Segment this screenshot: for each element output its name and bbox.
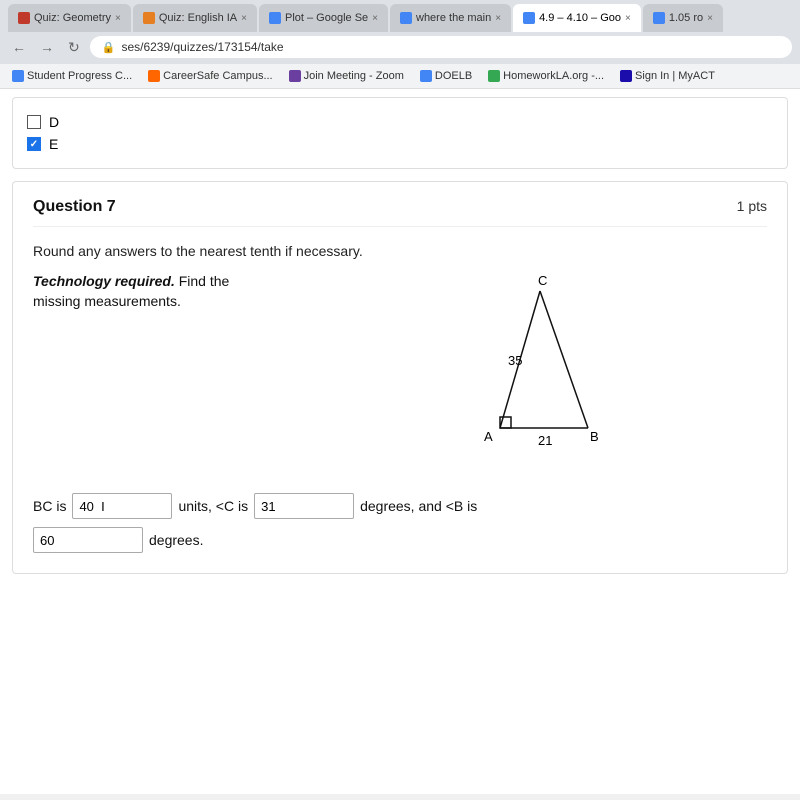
forward-button[interactable]: →: [36, 37, 58, 57]
tab-favicon-1: [18, 12, 30, 24]
tab-favicon-5: [523, 12, 535, 24]
missing-label: missing measurements.: [33, 293, 253, 309]
bookmark-homeworkla[interactable]: HomeworkLA.org -...: [484, 68, 608, 84]
tab-4[interactable]: where the main ×: [390, 4, 511, 32]
reload-button[interactable]: ↻: [64, 37, 84, 58]
label-side-ca: 35: [508, 353, 522, 368]
b-suffix: degrees.: [149, 532, 203, 548]
instructions-text: Round any answers to the nearest tenth i…: [33, 243, 767, 259]
tab-label-5: 4.9 – 4.10 – Goo: [539, 12, 621, 24]
c-suffix: degrees, and <B is: [360, 498, 477, 514]
bookmark-student-progress[interactable]: Student Progress C...: [8, 68, 136, 84]
bookmark-zoom[interactable]: Join Meeting - Zoom: [285, 68, 408, 84]
tab-2[interactable]: Quiz: English IA ×: [133, 4, 257, 32]
tab-close-3[interactable]: ×: [372, 13, 378, 24]
checkbox-d[interactable]: [27, 115, 41, 129]
question-pts: 1 pts: [737, 198, 767, 214]
tab-close-5[interactable]: ×: [625, 13, 631, 24]
tab-close-1[interactable]: ×: [115, 13, 121, 24]
bookmark-icon-3: [289, 70, 301, 82]
tech-label: Technology required.: [33, 273, 175, 289]
question-title: Question 7: [33, 198, 116, 216]
tab-label-6: 1.05 ro: [669, 12, 703, 24]
label-c: C: [538, 273, 547, 288]
bookmark-label-5: HomeworkLA.org -...: [503, 70, 604, 82]
tab-label-4: where the main: [416, 12, 491, 24]
url-text: ses/6239/quizzes/173154/take: [121, 40, 283, 54]
browser-chrome: Quiz: Geometry × Quiz: English IA × Plot…: [0, 0, 800, 89]
question-7-card: Question 7 1 pts Round any answers to th…: [12, 181, 788, 574]
lock-icon: 🔒: [102, 41, 116, 54]
page-content: D ✓ E Question 7 1 pts Round any answers…: [0, 89, 800, 794]
tab-label-1: Quiz: Geometry: [34, 12, 111, 24]
tab-6[interactable]: 1.05 ro ×: [643, 4, 723, 32]
bookmark-label-2: CareerSafe Campus...: [163, 70, 272, 82]
bookmark-doelb[interactable]: DOELB: [416, 68, 476, 84]
bookmark-label-4: DOELB: [435, 70, 472, 82]
tab-close-6[interactable]: ×: [707, 13, 713, 24]
bookmark-label-1: Student Progress C...: [27, 70, 132, 82]
label-side-ab: 21: [538, 433, 552, 448]
find-label: Find the: [175, 273, 229, 289]
label-b: B: [590, 429, 599, 444]
url-bar[interactable]: 🔒 ses/6239/quizzes/173154/take: [90, 36, 792, 58]
question-text-area: Technology required. Find the missing me…: [33, 273, 253, 309]
option-e-label: E: [49, 136, 58, 152]
bc-units: units, <C is: [178, 498, 248, 514]
option-d-label: D: [49, 114, 59, 130]
bc-label: BC is: [33, 498, 66, 514]
bookmark-icon-6: [620, 70, 632, 82]
option-e-row: ✓ E: [27, 136, 773, 152]
c-angle-input[interactable]: [254, 493, 354, 519]
address-bar: ← → ↻ 🔒 ses/6239/quizzes/173154/take: [0, 32, 800, 64]
option-d-row: D: [27, 114, 773, 130]
bookmark-icon-4: [420, 70, 432, 82]
triangle-area: C A B 35 21: [273, 273, 767, 473]
bookmark-label-3: Join Meeting - Zoom: [304, 70, 404, 82]
tab-1[interactable]: Quiz: Geometry ×: [8, 4, 131, 32]
tab-favicon-4: [400, 12, 412, 24]
tab-favicon-3: [269, 12, 281, 24]
checkmark-e: ✓: [30, 139, 38, 150]
tab-3[interactable]: Plot – Google Se ×: [259, 4, 388, 32]
triangle-svg: C A B 35 21: [420, 273, 620, 473]
bookmark-icon-5: [488, 70, 500, 82]
back-button[interactable]: ←: [8, 37, 30, 57]
tab-5[interactable]: 4.9 – 4.10 – Goo ×: [513, 4, 641, 32]
bc-input[interactable]: [72, 493, 172, 519]
bookmark-careersafe[interactable]: CareerSafe Campus...: [144, 68, 276, 84]
tab-label-3: Plot – Google Se: [285, 12, 368, 24]
bookmarks-bar: Student Progress C... CareerSafe Campus.…: [0, 64, 800, 89]
label-a: A: [484, 429, 493, 444]
prev-question-tail: D ✓ E: [12, 97, 788, 169]
tabs-bar: Quiz: Geometry × Quiz: English IA × Plot…: [0, 0, 800, 32]
bookmark-icon-2: [148, 70, 160, 82]
tab-close-4[interactable]: ×: [495, 13, 501, 24]
bookmark-icon-1: [12, 70, 24, 82]
tab-label-2: Quiz: English IA: [159, 12, 237, 24]
checkbox-e[interactable]: ✓: [27, 137, 41, 151]
question-body: Technology required. Find the missing me…: [33, 273, 767, 473]
tab-close-2[interactable]: ×: [241, 13, 247, 24]
b-angle-input[interactable]: [33, 527, 143, 553]
tab-favicon-2: [143, 12, 155, 24]
tab-favicon-6: [653, 12, 665, 24]
question-header: Question 7 1 pts: [33, 198, 767, 227]
answer-row-2: degrees.: [33, 527, 767, 553]
bookmark-myact[interactable]: Sign In | MyACT: [616, 68, 719, 84]
answer-row-1: BC is units, <C is degrees, and <B is: [33, 493, 767, 519]
tech-required-text: Technology required. Find the: [33, 273, 253, 291]
bookmark-label-6: Sign In | MyACT: [635, 70, 715, 82]
